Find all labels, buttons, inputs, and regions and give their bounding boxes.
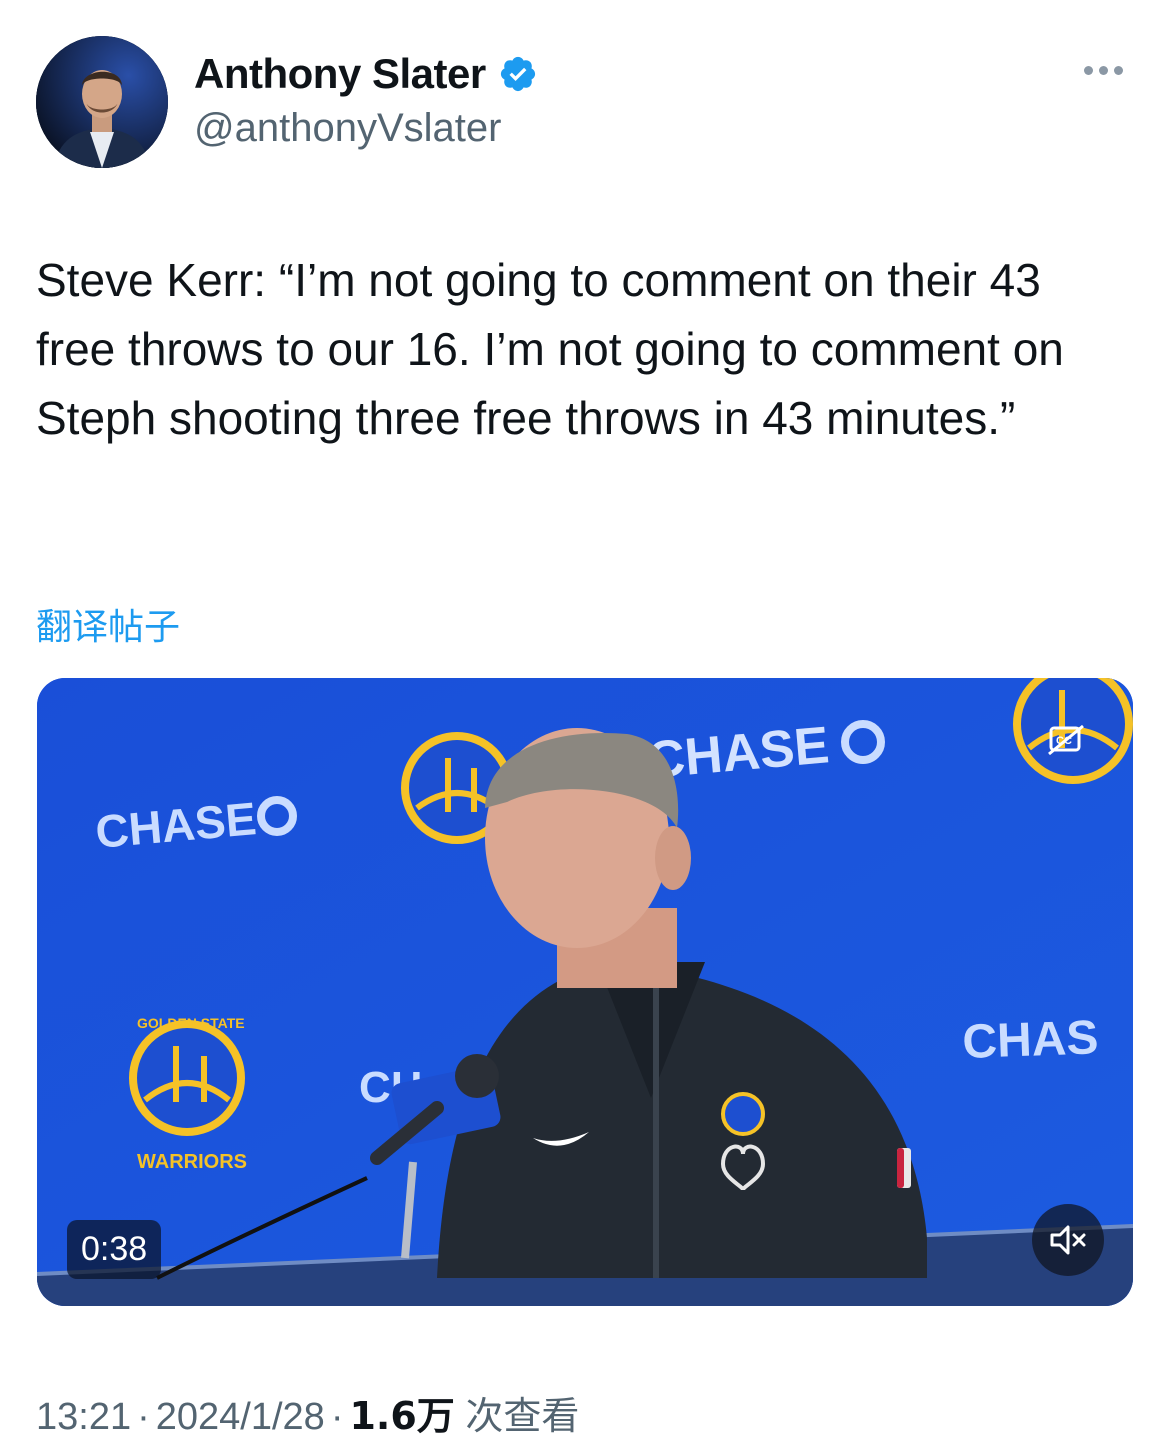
tweet-meta: 13:21 · 2024/1/28 · 1.6万 次查看 bbox=[36, 1385, 579, 1440]
warriors-logo bbox=[129, 1020, 245, 1136]
author-handle[interactable]: @anthonyVslater bbox=[194, 106, 501, 151]
tweet-text: Steve Kerr: “I’m not going to comment on… bbox=[36, 254, 1064, 444]
tweet-time[interactable]: 13:21 bbox=[36, 1396, 131, 1438]
avatar[interactable] bbox=[36, 36, 168, 168]
author-name[interactable]: Anthony Slater bbox=[194, 50, 486, 98]
views-count: 1.6万 bbox=[349, 1394, 455, 1438]
author-name-row[interactable]: Anthony Slater bbox=[194, 50, 538, 98]
separator: · bbox=[137, 1396, 150, 1438]
avatar-image bbox=[36, 36, 168, 168]
more-options-icon[interactable] bbox=[1084, 66, 1123, 75]
views-label: 次查看 bbox=[465, 1394, 580, 1438]
video-frame: CHASE CHASE CHAS CH GOLDEN STATE WARRIOR… bbox=[37, 678, 1133, 1306]
logo-text: WARRIORS bbox=[137, 1151, 247, 1173]
logo-text: GOLDEN STATE bbox=[137, 1015, 245, 1031]
closed-captions-icon[interactable]: CC bbox=[1047, 724, 1087, 756]
separator: · bbox=[330, 1396, 344, 1438]
backdrop-chase-text: CHAS bbox=[962, 1011, 1100, 1069]
tweet-date[interactable]: 2024/1/28 bbox=[156, 1396, 325, 1438]
mute-button[interactable] bbox=[1032, 1204, 1104, 1276]
verified-badge-icon bbox=[500, 56, 535, 92]
speaker-muted-icon bbox=[1050, 1225, 1086, 1255]
video-duration-badge: 0:38 bbox=[67, 1220, 162, 1279]
translate-post-link[interactable]: 翻译帖子 bbox=[36, 598, 180, 650]
video-player[interactable]: CHASE CHASE CHAS CH GOLDEN STATE WARRIOR… bbox=[37, 678, 1133, 1306]
